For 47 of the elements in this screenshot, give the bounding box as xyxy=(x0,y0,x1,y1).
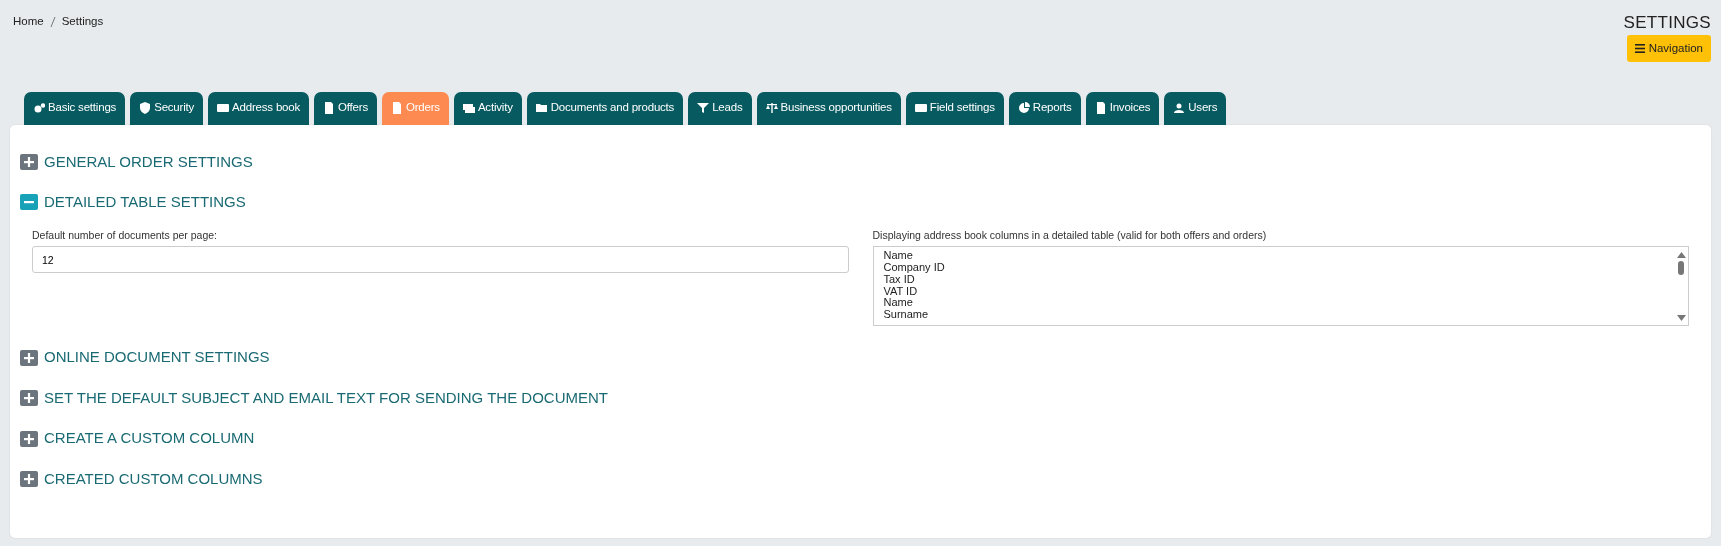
settings-tab[interactable]: Basic settings xyxy=(24,92,126,125)
list-option[interactable]: Company ID xyxy=(883,262,1674,274)
settings-tab[interactable]: Activity xyxy=(453,92,522,125)
page-title: SETTINGS xyxy=(1623,14,1711,31)
field-label: Displaying address book columns in a detailed table (valid for both offers and orders) xyxy=(872,227,1268,243)
document-icon xyxy=(323,101,336,114)
separator-icon xyxy=(49,16,56,27)
settings-tab[interactable]: Offers xyxy=(314,92,377,125)
list-option[interactable]: Name xyxy=(883,297,1674,310)
funnel-icon xyxy=(697,101,710,114)
section-header[interactable]: CREATE A CUSTOM COLUMN xyxy=(20,427,255,450)
list-option[interactable]: Tax ID xyxy=(883,273,1674,286)
document-icon xyxy=(390,101,403,114)
menu-icon xyxy=(1634,44,1645,54)
section-header[interactable]: ONLINE DOCUMENT SETTINGS xyxy=(20,346,270,369)
folder-icon xyxy=(535,101,548,114)
users-icon xyxy=(1173,101,1186,114)
breadcrumb-link[interactable]: Home xyxy=(13,13,44,60)
section-header[interactable]: GENERAL ORDER SETTINGS xyxy=(20,150,253,173)
section-header[interactable]: SET THE DEFAULT SUBJECT AND EMAIL TEXT FOR SENDING THE DOCUMENT xyxy=(20,386,608,410)
invoice-icon xyxy=(1094,101,1107,114)
scroll-up-icon[interactable] xyxy=(1676,252,1686,259)
gears-icon xyxy=(33,101,45,114)
section-header[interactable]: CREATED CUSTOM COLUMNS xyxy=(20,467,263,491)
settings-tab[interactable]: Leads xyxy=(688,92,752,125)
settings-tab[interactable]: Users xyxy=(1164,92,1227,125)
settings-tab[interactable]: Invoices xyxy=(1085,92,1160,125)
settings-tab[interactable]: Security xyxy=(130,92,204,125)
list-option[interactable]: VAT ID xyxy=(883,285,1674,298)
scales-icon xyxy=(765,101,778,114)
list-option[interactable]: Surname xyxy=(883,309,1674,322)
settings-tab[interactable]: Address book xyxy=(208,92,310,125)
list-option[interactable]: Name xyxy=(883,250,1674,263)
settings-tab[interactable]: Reports xyxy=(1008,92,1081,125)
settings-tab[interactable]: Field settings xyxy=(905,92,1004,125)
shield-icon xyxy=(139,101,152,114)
settings-tab[interactable]: Business opportunities xyxy=(756,92,901,125)
field-label: Default number of documents per page: xyxy=(32,227,219,243)
number-field[interactable]: 12 xyxy=(32,246,849,274)
navigation-button[interactable]: Navigation xyxy=(1626,35,1711,63)
settings-tab[interactable]: Documents and products xyxy=(526,92,684,125)
section-header[interactable]: DETAILED TABLE SETTINGS xyxy=(20,191,246,214)
scrollbar-thumb[interactable] xyxy=(1678,261,1684,276)
scroll-down-icon[interactable] xyxy=(1676,315,1686,322)
column-list-box[interactable]: Name Company ID Tax ID VAT ID Name Surname xyxy=(872,246,1689,327)
breadcrumb-current: Settings xyxy=(61,14,104,29)
pie-chart-icon xyxy=(1017,101,1030,114)
